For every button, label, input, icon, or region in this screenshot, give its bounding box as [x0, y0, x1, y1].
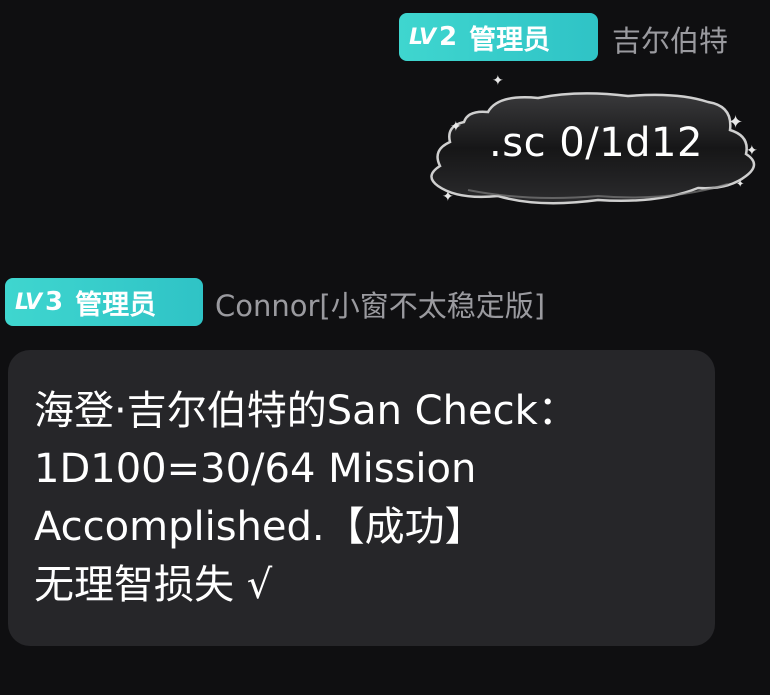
- sparkle-icon: ✦: [728, 112, 744, 133]
- sparkle-icon: ✦: [736, 179, 745, 190]
- message-text: .sc 0/1d12: [489, 120, 703, 166]
- sender-name[interactable]: 吉尔伯特: [612, 18, 728, 60]
- level-badge: LV 3 管理员: [5, 278, 203, 326]
- message-line: 无理智损失 √: [34, 562, 273, 608]
- message-line: 海登·吉尔伯特的San Check：: [34, 388, 578, 434]
- cloud-message-bubble[interactable]: .sc 0/1d12 ✦ ✦ ✦ ✦ ✦ ✦: [428, 74, 764, 210]
- sparkle-icon: ✦: [746, 143, 758, 159]
- sparkle-icon: ✦: [442, 189, 454, 205]
- level-badge: LV 2 管理员: [399, 13, 598, 61]
- sparkle-icon: ✦: [450, 119, 462, 135]
- level-number: 3: [45, 287, 64, 317]
- message-line: 1D100=30/64 Mission: [34, 446, 477, 492]
- level-prefix: LV: [15, 289, 42, 315]
- level-number: 2: [439, 22, 458, 52]
- sparkle-icon: ✦: [492, 73, 504, 89]
- role-label: 管理员: [75, 289, 157, 321]
- role-label: 管理员: [469, 24, 551, 56]
- message-line: Accomplished.【成功】: [34, 504, 485, 550]
- sender-name[interactable]: Connor[小窗不太稳定版]: [215, 283, 545, 325]
- level-prefix: LV: [409, 24, 436, 50]
- message-bubble[interactable]: 海登·吉尔伯特的San Check： 1D100=30/64 Mission A…: [8, 350, 715, 646]
